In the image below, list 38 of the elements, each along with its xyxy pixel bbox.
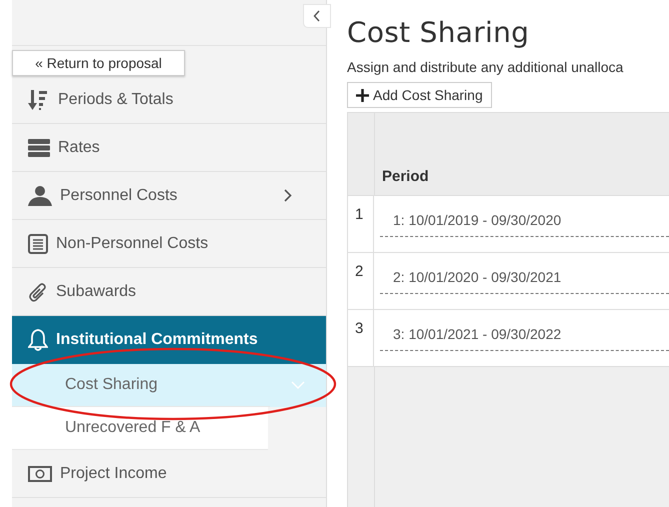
add-cost-sharing-button[interactable]: Add Cost Sharing xyxy=(347,82,492,108)
column-header: Period xyxy=(382,168,429,185)
sidebar-item-label: Project Income xyxy=(60,464,167,482)
sidebar-item-label: Institutional Commitments xyxy=(56,331,258,349)
sidebar-item-label: Subawards xyxy=(56,282,136,300)
sidebar-item[interactable]: Non-Personnel Costs xyxy=(12,220,326,268)
sidebar-item[interactable]: Institutional Commitments xyxy=(12,316,326,364)
person-icon xyxy=(28,186,52,206)
row-number: 1 xyxy=(355,206,364,223)
sidebar-item-label: Rates xyxy=(58,138,100,156)
collapse-button[interactable] xyxy=(303,4,331,28)
row-number: 2 xyxy=(355,263,364,280)
period-field[interactable]: 1: 10/01/2019 - 09/30/2020 xyxy=(380,212,669,237)
return-to-proposal-button[interactable]: « Return to proposal xyxy=(12,50,185,76)
submenu-item[interactable]: Cost Sharing xyxy=(12,364,326,407)
sidebar-item[interactable]: Periods & Totals xyxy=(12,76,326,124)
sidebar-item[interactable]: Personnel Costs xyxy=(12,172,326,220)
banknote-icon xyxy=(28,466,52,482)
sort-icon xyxy=(28,88,50,110)
document-icon xyxy=(28,234,48,254)
bell-icon xyxy=(28,329,48,351)
description-text: Assign and distribute any additional unalloca xyxy=(347,59,624,75)
paperclip-icon xyxy=(28,282,48,302)
period-field[interactable]: 3: 10/01/2021 - 09/30/2022 xyxy=(380,326,669,351)
sidebar-item-label: Periods & Totals xyxy=(58,90,174,108)
chevron-left-icon xyxy=(313,10,321,22)
submenu-item[interactable]: Unrecovered F & A xyxy=(12,407,268,450)
chevron-right-icon xyxy=(284,189,292,202)
server-icon xyxy=(28,138,50,156)
page-title: Cost Sharing xyxy=(347,16,530,49)
chevron-down-icon xyxy=(291,381,305,389)
plus-icon xyxy=(356,88,369,102)
sidebar-item[interactable]: Rates xyxy=(12,124,326,172)
sidebar-item-label: Non-Personnel Costs xyxy=(56,234,208,252)
sidebar-item-label: Personnel Costs xyxy=(60,186,178,204)
period-field[interactable]: 2: 10/01/2020 - 09/30/2021 xyxy=(380,269,669,294)
row-number: 3 xyxy=(355,320,364,337)
sidebar-item[interactable]: Project Income xyxy=(12,450,326,498)
